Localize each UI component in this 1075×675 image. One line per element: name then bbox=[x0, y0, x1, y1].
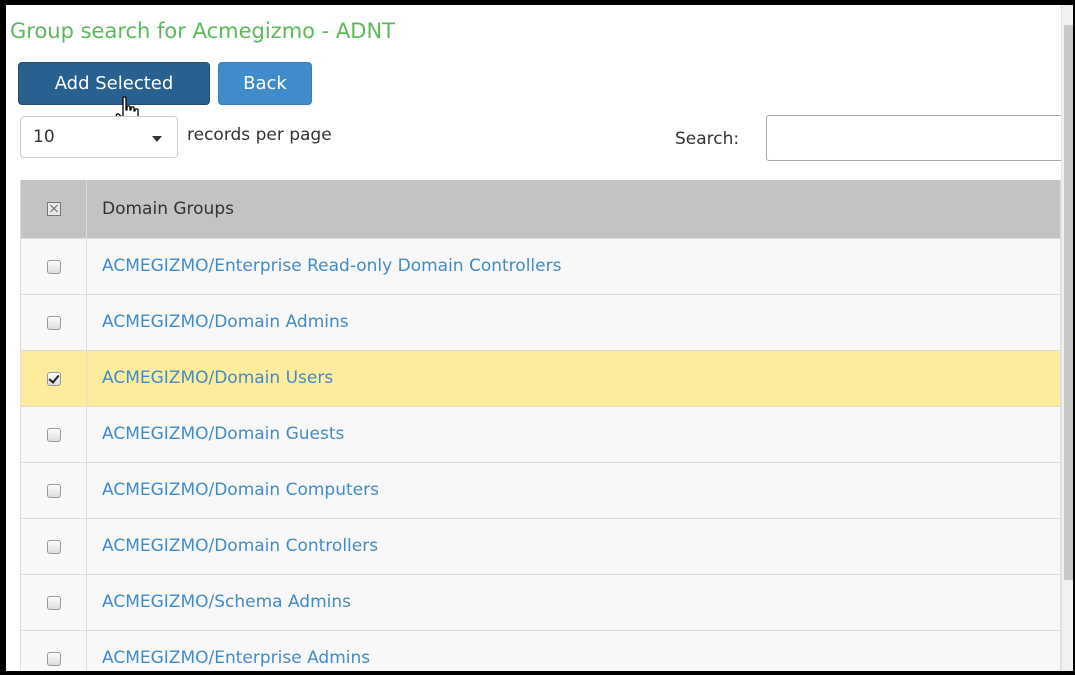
table-row[interactable]: ACMEGIZMO/Domain Computers bbox=[20, 462, 1061, 519]
row-checkbox-cell[interactable] bbox=[20, 630, 87, 671]
table-row[interactable]: ACMEGIZMO/Enterprise Admins bbox=[20, 630, 1061, 671]
row-checkbox-cell[interactable] bbox=[20, 350, 87, 407]
group-link[interactable]: ACMEGIZMO/Domain Controllers bbox=[102, 536, 378, 556]
row-checkbox[interactable] bbox=[46, 652, 61, 666]
records-per-page-label: records per page bbox=[187, 125, 332, 145]
table-header-row: Domain Groups bbox=[20, 180, 1061, 239]
select-all-checkbox-icon[interactable] bbox=[46, 201, 61, 216]
group-name-cell: ACMEGIZMO/Domain Guests bbox=[86, 406, 1061, 463]
table-row[interactable]: ACMEGIZMO/Domain Controllers bbox=[20, 518, 1061, 575]
row-checkbox[interactable] bbox=[46, 428, 61, 442]
scrollbar-thumb[interactable] bbox=[1064, 25, 1073, 580]
row-checkbox-checked[interactable] bbox=[46, 372, 61, 386]
row-checkbox[interactable] bbox=[46, 316, 61, 330]
vertical-scrollbar[interactable] bbox=[1061, 5, 1073, 671]
group-link[interactable]: ACMEGIZMO/Schema Admins bbox=[102, 592, 351, 612]
row-checkbox-cell[interactable] bbox=[20, 238, 87, 295]
group-link[interactable]: ACMEGIZMO/Enterprise Admins bbox=[102, 648, 370, 668]
group-link[interactable]: ACMEGIZMO/Domain Guests bbox=[102, 424, 344, 444]
select-all-cell[interactable] bbox=[20, 180, 87, 239]
search-label: Search: bbox=[675, 129, 740, 149]
row-checkbox-cell[interactable] bbox=[20, 574, 87, 631]
caret-down-icon bbox=[152, 136, 162, 142]
group-name-cell: ACMEGIZMO/Domain Controllers bbox=[86, 518, 1061, 575]
add-selected-button[interactable]: Add Selected bbox=[18, 62, 210, 105]
domain-groups-table: Domain Groups ACMEGIZMO/Enterprise Read-… bbox=[20, 180, 1061, 671]
table-row[interactable]: ACMEGIZMO/Domain Admins bbox=[20, 294, 1061, 351]
row-checkbox-cell[interactable] bbox=[20, 294, 87, 351]
row-checkbox-cell[interactable] bbox=[20, 406, 87, 463]
group-name-cell: ACMEGIZMO/Schema Admins bbox=[86, 574, 1061, 631]
row-checkbox[interactable] bbox=[46, 540, 61, 554]
group-name-cell: ACMEGIZMO/Domain Users bbox=[86, 350, 1061, 407]
browser-frame: Group search for Acmegizmo - ADNT Add Se… bbox=[0, 0, 1075, 675]
group-link[interactable]: ACMEGIZMO/Domain Computers bbox=[102, 480, 379, 500]
search-input[interactable] bbox=[766, 115, 1073, 161]
table-row[interactable]: ACMEGIZMO/Schema Admins bbox=[20, 574, 1061, 631]
group-link[interactable]: ACMEGIZMO/Enterprise Read-only Domain Co… bbox=[102, 256, 561, 276]
group-name-cell: ACMEGIZMO/Enterprise Admins bbox=[86, 630, 1061, 671]
table-row-selected[interactable]: ACMEGIZMO/Domain Users bbox=[20, 350, 1061, 407]
records-per-page-select[interactable]: 10 bbox=[20, 116, 178, 158]
row-checkbox[interactable] bbox=[46, 260, 61, 274]
row-checkbox-cell[interactable] bbox=[20, 518, 87, 575]
records-per-page-value: 10 bbox=[33, 127, 55, 147]
group-name-cell: ACMEGIZMO/Domain Admins bbox=[86, 294, 1061, 351]
row-checkbox[interactable] bbox=[46, 484, 61, 498]
table-row[interactable]: ACMEGIZMO/Enterprise Read-only Domain Co… bbox=[20, 238, 1061, 295]
page-title: Group search for Acmegizmo - ADNT bbox=[10, 19, 396, 43]
group-name-cell: ACMEGIZMO/Enterprise Read-only Domain Co… bbox=[86, 238, 1061, 295]
row-checkbox[interactable] bbox=[46, 596, 61, 610]
row-checkbox-cell[interactable] bbox=[20, 462, 87, 519]
group-name-cell: ACMEGIZMO/Domain Computers bbox=[86, 462, 1061, 519]
column-header-domain-groups[interactable]: Domain Groups bbox=[86, 180, 1061, 239]
table-row[interactable]: ACMEGIZMO/Domain Guests bbox=[20, 406, 1061, 463]
group-link[interactable]: ACMEGIZMO/Domain Admins bbox=[102, 312, 349, 332]
group-link[interactable]: ACMEGIZMO/Domain Users bbox=[102, 368, 333, 388]
back-button[interactable]: Back bbox=[218, 62, 312, 105]
